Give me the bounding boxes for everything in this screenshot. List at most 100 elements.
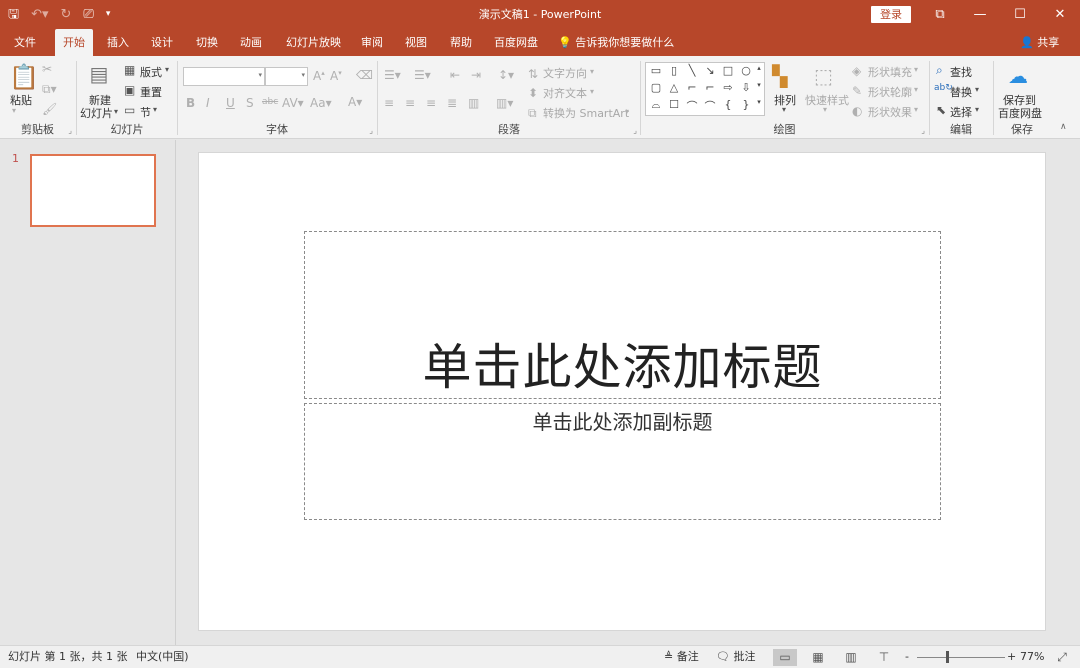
justify-icon[interactable]: ≣: [447, 96, 457, 110]
zoom-in-button[interactable]: +: [1007, 646, 1016, 668]
section-dropdown-icon[interactable]: ▾: [153, 105, 157, 114]
find-icon[interactable]: ⌕: [936, 63, 943, 78]
paste-dropdown-icon[interactable]: ▾: [12, 106, 16, 115]
clipboard-launcher-icon[interactable]: ⌟: [68, 126, 72, 135]
bullets-icon[interactable]: ☰▾: [384, 68, 401, 82]
section-icon[interactable]: ▭: [124, 103, 135, 117]
arc-shape-icon[interactable]: ⌒: [702, 98, 718, 114]
shape-fill-button[interactable]: 形状填充: [868, 64, 912, 80]
font-size-combo[interactable]: ▾: [265, 67, 308, 86]
text-direction-icon[interactable]: ⇅: [528, 67, 538, 81]
title-placeholder[interactable]: 单击此处添加标题: [304, 231, 941, 399]
increase-indent-icon[interactable]: ⇥: [471, 68, 481, 82]
gallery-more-icon[interactable]: ▾: [754, 98, 764, 106]
new-slide-icon[interactable]: ▤: [86, 62, 112, 86]
maximize-icon[interactable]: ☐: [1000, 0, 1040, 29]
gallery-scroll-down-icon[interactable]: ▾: [754, 81, 764, 89]
slide-sorter-view-icon[interactable]: ▦: [806, 649, 830, 666]
zoom-out-button[interactable]: -: [905, 646, 909, 668]
copy-icon[interactable]: ⧉▾: [42, 82, 57, 97]
arrow-line-shape-icon[interactable]: ↘: [702, 64, 718, 77]
arrange-dropdown-icon[interactable]: ▾: [782, 105, 786, 114]
find-button[interactable]: 查找: [950, 64, 972, 80]
rounded-rect-shape-icon[interactable]: ▢: [648, 81, 664, 94]
distributed-icon[interactable]: ▥: [468, 96, 479, 110]
clear-formatting-icon[interactable]: ⌫: [356, 68, 373, 82]
shape-effects-button[interactable]: 形状效果: [868, 104, 912, 120]
layout-dropdown-icon[interactable]: ▾: [165, 65, 169, 74]
align-text-icon[interactable]: ⬍: [528, 86, 538, 100]
font-name-combo[interactable]: ▾: [183, 67, 265, 86]
quick-styles-dropdown-icon[interactable]: ▾: [823, 105, 827, 114]
reading-view-icon[interactable]: ▥: [839, 649, 863, 666]
replace-button[interactable]: 替换: [950, 84, 972, 100]
align-right-icon[interactable]: ≡: [426, 96, 436, 110]
align-text-button[interactable]: 对齐文本: [543, 85, 587, 101]
change-case-icon[interactable]: Aa▾: [310, 96, 332, 110]
tab-view[interactable]: 视图: [405, 29, 427, 56]
columns-icon[interactable]: ▥▾: [496, 96, 513, 110]
font-launcher-icon[interactable]: ⌟: [369, 126, 373, 135]
bold-icon[interactable]: B: [186, 96, 195, 110]
text-direction-dropdown-icon[interactable]: ▾: [590, 67, 594, 76]
shape-outline-icon[interactable]: ✎: [852, 84, 862, 98]
cut-icon[interactable]: ✂: [42, 62, 52, 76]
ribbon-display-options-icon[interactable]: ⧉: [920, 0, 960, 29]
collapse-ribbon-icon[interactable]: ∧: [1060, 122, 1067, 132]
shape-fill-icon[interactable]: ◈: [852, 64, 861, 78]
text-shadow-icon[interactable]: S: [246, 96, 254, 110]
paragraph-launcher-icon[interactable]: ⌟: [633, 126, 637, 135]
line-spacing-icon[interactable]: ↕▾: [498, 68, 514, 82]
tab-slide-show[interactable]: 幻灯片放映: [286, 29, 341, 56]
align-left-icon[interactable]: ≡: [384, 96, 394, 110]
tab-home[interactable]: 开始: [55, 29, 93, 56]
format-painter-icon[interactable]: 🖌: [42, 102, 57, 116]
slide-thumbnail[interactable]: [30, 154, 156, 227]
zoom-slider[interactable]: [917, 657, 1005, 658]
slide-show-view-icon[interactable]: ⊤: [872, 649, 896, 666]
share-button[interactable]: 👤 共享: [1020, 29, 1059, 56]
vertical-textbox-shape-icon[interactable]: ▯: [666, 64, 682, 77]
notes-button[interactable]: ≜ 备注: [664, 646, 699, 668]
vertical-scrollbar[interactable]: [1062, 140, 1080, 645]
select-dropdown-icon[interactable]: ▾: [975, 105, 979, 114]
quick-styles-icon[interactable]: ⬚: [814, 64, 833, 88]
drawing-launcher-icon[interactable]: ⌟: [921, 126, 925, 135]
italic-icon[interactable]: I: [206, 96, 210, 110]
tab-animations[interactable]: 动画: [240, 29, 262, 56]
tab-transitions[interactable]: 切换: [196, 29, 218, 56]
textbox-shape-icon[interactable]: ▭: [648, 64, 664, 77]
grow-font-icon[interactable]: A▴: [313, 69, 325, 83]
tab-help[interactable]: 帮助: [450, 29, 472, 56]
tab-review[interactable]: 审阅: [361, 29, 383, 56]
right-brace-shape-icon[interactable]: }: [738, 98, 754, 111]
down-arrow-shape-icon[interactable]: ⇩: [738, 81, 754, 94]
tab-file[interactable]: 文件: [14, 29, 36, 56]
strikethrough-icon[interactable]: abc: [262, 97, 278, 107]
select-button[interactable]: 选择: [950, 104, 972, 120]
font-color-icon[interactable]: A▾: [348, 95, 362, 109]
arrange-icon[interactable]: ▚: [772, 64, 787, 88]
replace-dropdown-icon[interactable]: ▾: [975, 85, 979, 94]
underline-icon[interactable]: U: [226, 96, 235, 110]
oval-shape-icon[interactable]: ○: [738, 64, 754, 77]
decrease-indent-icon[interactable]: ⇤: [450, 68, 460, 82]
gallery-scroll-up-icon[interactable]: ▴: [754, 64, 764, 72]
tell-me-box[interactable]: 💡 告诉我你想要做什么: [558, 29, 674, 56]
zoom-slider-thumb[interactable]: [946, 651, 949, 663]
right-arrow-shape-icon[interactable]: ⇨: [720, 81, 736, 94]
comments-button[interactable]: 🗨 批注: [716, 646, 755, 668]
slide-canvas[interactable]: 单击此处添加标题 单击此处添加副标题: [198, 152, 1046, 631]
reset-icon[interactable]: ▣: [124, 83, 135, 97]
smartart-dropdown-icon[interactable]: ▾: [625, 107, 629, 116]
layout-button[interactable]: 版式: [140, 64, 162, 80]
login-button[interactable]: 登录: [871, 6, 911, 23]
zoom-level[interactable]: 77%: [1020, 646, 1044, 668]
fit-to-window-icon[interactable]: ⤢: [1050, 649, 1074, 666]
subtitle-placeholder[interactable]: 单击此处添加副标题: [304, 403, 941, 520]
font-name-dropdown-icon[interactable]: ▾: [258, 71, 262, 79]
new-slide-dropdown-icon[interactable]: ▾: [114, 107, 118, 116]
baidu-netdisk-icon[interactable]: ☁: [1008, 64, 1028, 88]
line-shape-icon[interactable]: ╲: [684, 64, 700, 77]
character-spacing-icon[interactable]: AV▾: [282, 96, 304, 110]
